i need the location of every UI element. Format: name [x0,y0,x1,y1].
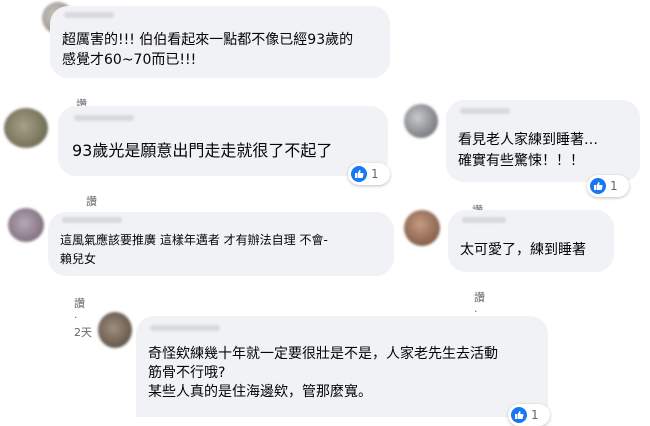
author-name[interactable] [462,217,506,223]
reaction-count[interactable]: 1 [587,175,629,197]
comment-bubble: 93歲光是願意出門走走就很了不起了 [58,106,388,176]
comment-text-line: 感覺才60~70而已!!! [62,52,197,68]
comment-text-line: 奇怪欸練幾十年就一定要很壯是不是，人家老先生去活動 [148,346,498,362]
like-button[interactable]: 讚 [474,291,485,304]
thumbs-up-icon [511,407,527,423]
reaction-count[interactable]: 1 [348,163,390,185]
comment-text-line: 超厲害的!!! 伯伯看起來一點都不像已經93歲的 [62,32,354,48]
separator-dot: · [74,311,78,324]
comment-bubble: 奇怪欸練幾十年就一定要很壯是不是，人家老先生去活動 筋骨不行哦? 某些人真的是住… [136,316,548,417]
thumbs-up-icon [590,178,606,194]
reaction-number: 1 [371,167,379,181]
author-name[interactable] [74,115,134,121]
avatar[interactable] [98,312,132,348]
thumbs-up-icon [351,166,367,182]
comment-meta: 讚 · 2天 [60,282,92,353]
like-button[interactable]: 讚 [74,297,85,310]
comment-text-line: 某些人真的是住海邊欸，管那麼寬。 [148,384,372,400]
comment-text-line: 93歲光是願意出門走走就很了不起了 [72,141,333,160]
timestamp[interactable]: 2天 [74,326,92,339]
comment-text-line: 筋骨不行哦? [148,365,226,381]
comment-text-line: 賴兒女 [60,252,97,266]
comment-bubble: 這風氣應該要推廣 這樣年邁者 才有辦法自理 不會- 賴兒女 [48,212,394,276]
reaction-number: 1 [610,179,618,193]
comment-text-line: 看見老人家練到睡著… [458,132,598,148]
comment-bubble: 太可愛了，練到睡著 [448,210,614,272]
reaction-count[interactable]: 1 [508,404,550,426]
avatar[interactable] [404,104,438,138]
comment-bubble: 超厲害的!!! 伯伯看起來一點都不像已經93歲的 感覺才60~70而已!!! [50,6,390,78]
author-name[interactable] [150,325,220,331]
comment-text-line: 確實有些驚悚！！！ [458,153,584,169]
comment-text-line: 太可愛了，練到睡著 [460,242,586,258]
avatar[interactable] [404,210,440,246]
author-name[interactable] [62,217,122,223]
avatar[interactable] [4,108,48,148]
author-name[interactable] [64,12,114,18]
reaction-number: 1 [531,408,539,422]
avatar[interactable] [8,208,44,242]
comment-bubble: 看見老人家練到睡著… 確實有些驚悚！！！ [446,100,640,182]
comment-text-line: 這風氣應該要推廣 這樣年邁者 才有辦法自理 不會- [60,233,328,247]
author-name[interactable] [460,108,510,114]
like-button[interactable]: 讚 [86,195,97,208]
